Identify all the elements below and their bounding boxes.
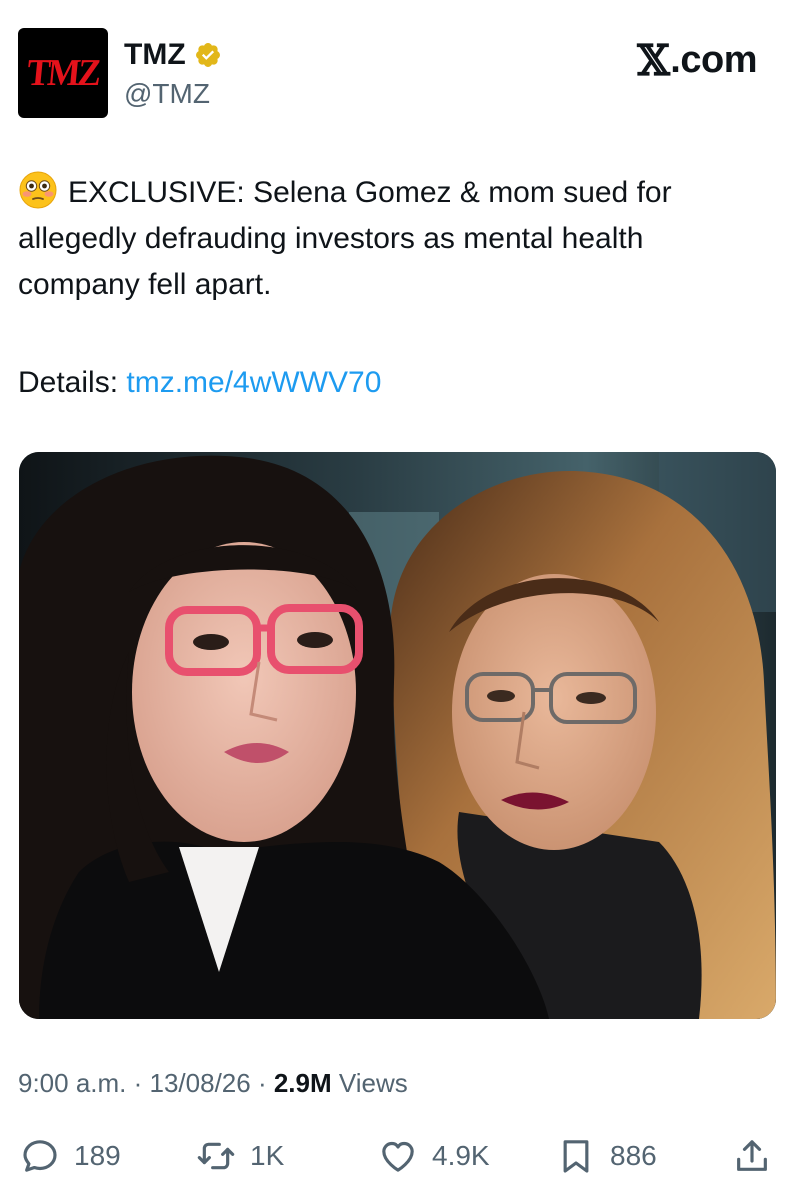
x-logo-icon: 𝕏 <box>637 36 670 85</box>
tweet-actions: 189 1K 4.9K 886 <box>18 1132 778 1180</box>
verified-badge-icon <box>195 43 220 67</box>
tweet-media-image[interactable] <box>19 452 776 1019</box>
like-count: 4.9K <box>432 1140 490 1171</box>
tweet-meta: 9:00 a.m. · 13/08/26 · 2.9M Views <box>18 1068 408 1099</box>
meta-separator-2: · <box>250 1068 274 1098</box>
tweet-text: EXCLUSIVE: Selena Gomez & mom sued for a… <box>18 170 768 308</box>
details-link[interactable]: tmz.me/4wWWV70 <box>126 366 381 399</box>
share-icon <box>737 1140 767 1171</box>
views-label: Views <box>331 1068 408 1098</box>
details-line: Details: tmz.me/4wWWV70 <box>18 360 381 406</box>
handle[interactable]: @TMZ <box>124 78 210 110</box>
reply-icon <box>23 1140 57 1172</box>
reply-button[interactable]: 189 <box>20 1132 121 1180</box>
tmz-logo: TMZ <box>25 52 101 94</box>
share-button[interactable] <box>732 1132 772 1180</box>
bookmark-icon <box>563 1140 589 1173</box>
display-name[interactable]: TMZ <box>124 38 186 72</box>
views-count: 2.9M <box>273 1068 332 1098</box>
like-button[interactable]: 4.9K <box>378 1132 490 1180</box>
post-date: 13/08/26 <box>149 1068 251 1098</box>
meta-separator-1: · <box>126 1068 150 1098</box>
details-label: Details: <box>18 366 127 399</box>
bookmark-button[interactable]: 886 <box>556 1132 657 1180</box>
repost-button[interactable]: 1K <box>196 1132 284 1180</box>
photo-illustration <box>19 452 776 1019</box>
brand-suffix: .com <box>670 39 757 81</box>
flushed-face-icon <box>19 171 57 209</box>
heart-icon <box>382 1141 414 1172</box>
repost-icon <box>197 1142 235 1170</box>
tweet-body: EXCLUSIVE: Selena Gomez & mom sued for a… <box>18 176 672 301</box>
repost-count: 1K <box>250 1140 285 1171</box>
post-time: 9:00 a.m. <box>18 1068 127 1098</box>
avatar[interactable]: TMZ <box>18 28 108 118</box>
bookmark-count: 886 <box>610 1140 657 1171</box>
reply-count: 189 <box>74 1140 121 1171</box>
author-name-row: TMZ <box>124 38 222 72</box>
x-com-watermark: 𝕏 .com <box>637 36 757 85</box>
